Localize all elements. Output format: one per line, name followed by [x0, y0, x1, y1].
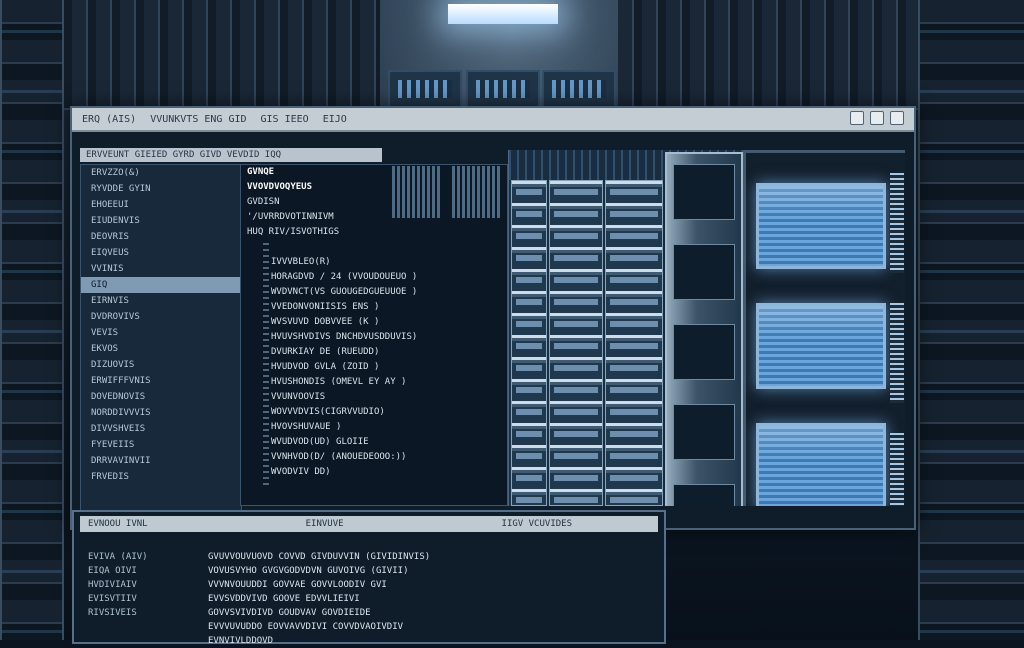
code-line: WVSVUVD DOBVVEE (K ) — [271, 317, 380, 327]
tree-item[interactable]: EIUDENVIS — [81, 213, 241, 229]
bottom-log-line: GOVVSVIVDIVD GOUDVAV GOVDIEIDE — [208, 608, 371, 618]
title-segment[interactable]: EIJO — [323, 114, 347, 125]
tree-item[interactable]: RYVDDE GYIN — [81, 181, 241, 197]
minimize-icon[interactable] — [850, 111, 864, 125]
main-monitor: ERQ (AIS) VVUNKVTS ENG GID GIS IEEO EIJO… — [70, 106, 916, 530]
bottom-label-line: EVISVTIIV — [88, 594, 137, 604]
tree-item[interactable]: DIVVSHVEIS — [81, 421, 241, 437]
bottom-label-line: RIVSIVEIS — [88, 608, 137, 618]
tree-item[interactable]: DIZUOVIS — [81, 357, 241, 373]
bottom-log-column: GVUVVOUVUOVD COVVD GIVDUVVIN (GIVIDINVIS… — [208, 550, 638, 648]
bottom-log-line: EVVVUVUDDO EOVVAVVDIVI COVVDVAOIVDIV — [208, 622, 404, 632]
tree-item[interactable]: VVINIS — [81, 261, 241, 277]
bottom-label-line: EIQA OIVI — [88, 566, 137, 576]
glowing-display — [756, 423, 886, 506]
vent-grille — [890, 173, 904, 273]
vent-grille — [890, 303, 904, 403]
title-segment[interactable]: IIGV VCUVIDES — [502, 519, 572, 529]
rack-column — [511, 180, 547, 506]
bottom-label-line: EVIVA (AIV) — [88, 552, 148, 562]
code-line: HORAGDVD / 24 (VVOUDOUEUO ) — [271, 272, 418, 282]
bottom-label-line: HVDIVIAIV — [88, 580, 137, 590]
far-rack — [466, 70, 540, 110]
tree-item[interactable]: DVDROVIVS — [81, 309, 241, 325]
tree-item[interactable]: DEOVRIS — [81, 229, 241, 245]
code-line: HVUSHONDIS (OMEVL EY AY ) — [271, 377, 407, 387]
tree-item[interactable]: DOVEDNOVIS — [81, 389, 241, 405]
activity-bars — [452, 166, 500, 218]
tree-item[interactable]: EHOEEUI — [81, 197, 241, 213]
code-line: HVUVSHVDIVS DNCHDVUSDDUVIS) — [271, 332, 418, 342]
code-line: HUQ RIV/ISVOTHIGS — [247, 227, 340, 237]
bottom-log-line: GVUVVOUVUOVD COVVD GIVDUVVIN (GIVIDINVIS… — [208, 552, 431, 562]
title-segment[interactable]: GIS IEEO — [261, 114, 309, 125]
tree-item[interactable]: DRRVAVINVII — [81, 453, 241, 469]
bottom-log-line: VVVNVOUUDDI GOVVAE GOVVLOODIV GVI — [208, 580, 387, 590]
tree-item[interactable]: FYEVEIIS — [81, 437, 241, 453]
window-titlebar: ERQ (AIS) VVUNKVTS ENG GID GIS IEEO EIJO — [72, 108, 914, 132]
tree-item[interactable]: ERVZZO(&) — [81, 165, 241, 181]
code-line: VVNHVOD(D/ (ANOUEDEOOO:)) — [271, 452, 407, 462]
tree-item[interactable]: EIRNVIS — [81, 293, 241, 309]
close-icon[interactable] — [890, 111, 904, 125]
title-segment[interactable]: EINVUVE — [306, 519, 344, 529]
glowing-display — [756, 303, 886, 389]
bottom-log-line: EVNVIVLDDOVD — [208, 636, 274, 646]
bottom-log-line: VOVUSVYHO GVGVGODVDVN GUVOIVG (GIVII) — [208, 566, 409, 576]
code-line: WVODVIV DD) — [271, 467, 331, 477]
glowing-display — [756, 183, 886, 269]
tree-item[interactable]: GIQ — [81, 277, 241, 293]
tree-item[interactable]: EIQVEUS — [81, 245, 241, 261]
bottom-monitor: EVNOOU IVNL EINVUVE IIGV VCUVIDES EVIVA (A… — [72, 510, 666, 646]
tree-item[interactable]: ERWIFFFVNIS — [81, 373, 241, 389]
title-segment[interactable]: EVNOOU IVNL — [88, 519, 148, 529]
vent-grille — [890, 433, 904, 506]
right-server-rack — [918, 0, 1024, 640]
server-rack-visualization — [508, 150, 905, 506]
bottom-label-column: EVIVA (AIV) EIQA OIVI HVDIVIAIV EVISVTIIV RI… — [88, 550, 200, 620]
server-cabinet — [743, 150, 905, 506]
bottom-log-line: EVVSVDDVIVD GOOVE EDVVLIEIVI — [208, 594, 360, 604]
far-rack — [388, 70, 462, 110]
ceiling-light — [448, 4, 558, 24]
file-tree-panel: ERVZZO(&) RYVDDE GYIN EHOEEUI EIUDENVIS DEOV… — [80, 164, 242, 518]
code-line: VVUNVOOVIS — [271, 392, 326, 402]
code-line: WVUDVOD(UD) GLOIIE — [271, 437, 369, 447]
left-server-rack — [0, 0, 64, 640]
rack-column — [549, 180, 603, 506]
rack-column — [605, 180, 663, 506]
line-gutter — [263, 243, 269, 489]
bottom-window-titlebar: EVNOOU IVNL EINVUVE IIGV VCUVIDES — [80, 516, 658, 532]
code-line: WVDVNCT(VS GUOUGEDGUEUUOE ) — [271, 287, 418, 297]
code-line: IVVVBLEO(R) — [271, 257, 331, 267]
tree-item[interactable]: VEVIS — [81, 325, 241, 341]
code-line: VVEDONVONIISIS ENS ) — [271, 302, 380, 312]
code-line: DVURKIAY DE (RUEUDD) — [271, 347, 380, 357]
code-line: HVOVSHUVAUE ) — [271, 422, 342, 432]
activity-bars — [392, 166, 440, 218]
title-segment[interactable]: ERQ (AIS) — [82, 114, 136, 125]
title-segment[interactable]: VVUNKVTS ENG GID — [150, 114, 246, 125]
lock-icon[interactable] — [870, 111, 884, 125]
tree-item[interactable]: EKVOS — [81, 341, 241, 357]
code-line: HVUDVOD GVLA (ZOID ) — [271, 362, 380, 372]
far-rack — [542, 70, 616, 110]
code-line: WOVVVDVIS(CIGRVVUDIO) — [271, 407, 385, 417]
tree-item[interactable]: NORDDIVVVIS — [81, 405, 241, 421]
tab-bar[interactable]: ERVVEUNT GIEIED GYRD GIVD VEVDID IQQ — [80, 148, 382, 162]
tree-item[interactable]: FRVEDIS — [81, 469, 241, 485]
server-tower — [665, 152, 743, 506]
